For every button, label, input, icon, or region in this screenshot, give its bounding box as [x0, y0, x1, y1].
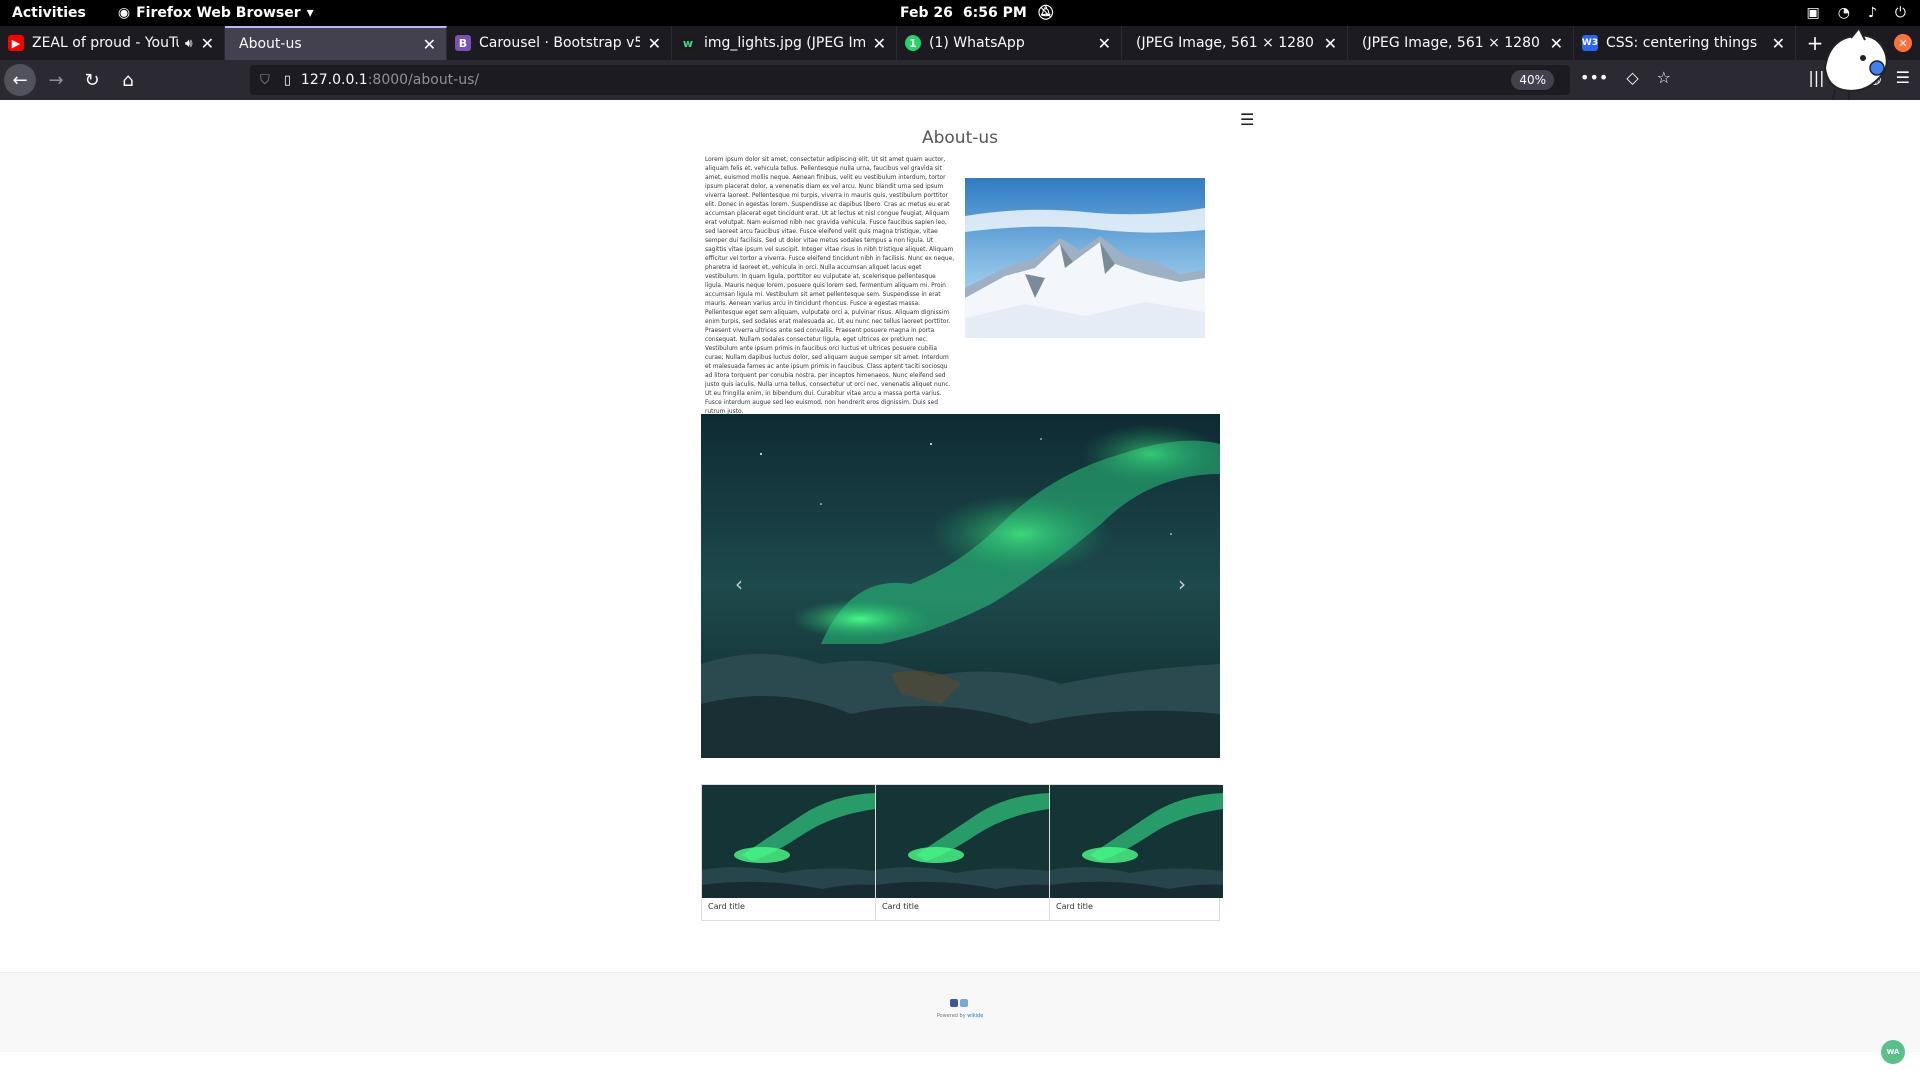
tab-label: Carousel · Bootstrap v5.0	[479, 35, 640, 51]
whatsapp-chat-icon[interactable]: WA	[1881, 1040, 1905, 1064]
carousel-next-button[interactable]: ›	[1178, 572, 1186, 596]
chevron-down-icon: ▾	[306, 5, 314, 21]
close-icon[interactable]: ✕	[1324, 34, 1337, 53]
card-image	[702, 785, 875, 898]
youtube-icon: ▶	[8, 35, 24, 51]
tab-strip: ▶ ZEAL of proud - YouTube 🔊︎ ✕ About-us …	[0, 26, 1920, 60]
bootstrap-icon: B	[455, 35, 471, 51]
mountain-image	[965, 178, 1205, 338]
reload-icon: ↻	[84, 69, 100, 91]
tab-bootstrap-carousel[interactable]: B Carousel · Bootstrap v5.0 ✕	[447, 26, 672, 60]
tab-label: About-us	[239, 36, 302, 52]
mascot-sticker	[1823, 28, 1888, 100]
menu-icon[interactable]: ☰	[1896, 68, 1910, 87]
close-icon[interactable]: ✕	[648, 34, 661, 53]
tab-label: ZEAL of proud - YouTube	[32, 35, 179, 51]
image-icon: w	[680, 35, 696, 51]
whatsapp-icon: 1	[905, 35, 921, 51]
system-top-bar: Activities ◉ Firefox Web Browser ▾ Feb 2…	[0, 0, 1920, 26]
tab-label: CSS: centering things	[1606, 35, 1758, 51]
bookmark-star-icon[interactable]: ☆	[1657, 68, 1671, 87]
close-icon[interactable]: ✕	[1098, 34, 1111, 53]
card-title: Card title	[1056, 902, 1093, 911]
close-icon[interactable]: ✕	[423, 35, 436, 54]
about-body-text: Lorem ipsum dolor sit amet, consectetur …	[705, 157, 955, 415]
card[interactable]: Card title	[702, 785, 876, 920]
shield-icon[interactable]: ⛉	[260, 73, 270, 88]
clock[interactable]: Feb 26 6:56 PM 🔕︎	[900, 5, 1055, 21]
tab-whatsapp[interactable]: 1 (1) WhatsApp ✕	[897, 26, 1122, 60]
speaker-icon[interactable]: 🔊︎	[185, 36, 193, 51]
app-menu[interactable]: ◉ Firefox Web Browser ▾	[118, 5, 314, 21]
app-menu-label: Firefox Web Browser	[136, 5, 301, 21]
time: 6:56 PM	[962, 5, 1027, 21]
tab-jpeg-image-1[interactable]: (JPEG Image, 561 × 1280 pixels) ✕	[1122, 26, 1348, 60]
close-icon[interactable]: ✕	[201, 34, 214, 53]
powered-by-prefix: Powered by	[936, 1013, 966, 1019]
close-icon[interactable]: ✕	[873, 34, 886, 53]
tab-about-us[interactable]: About-us ✕	[225, 26, 447, 60]
close-window-icon[interactable]: ✕	[1894, 34, 1912, 52]
hamburger-menu-icon[interactable]: ☰	[1240, 110, 1254, 129]
more-actions-icon[interactable]: •••	[1580, 68, 1608, 87]
wifi-icon: ◔	[1837, 5, 1850, 21]
volume-icon: ♪	[1867, 5, 1877, 21]
tab-label: (JPEG Image, 561 × 1280 pixels)	[1136, 35, 1316, 51]
pocket-icon[interactable]: ◇	[1626, 68, 1638, 87]
image-carousel[interactable]: ‹ ›	[701, 414, 1220, 758]
url-path: :8000/about-us/	[367, 72, 480, 88]
url-text[interactable]: 127.0.0.1:8000/about-us/	[301, 72, 479, 88]
powered-by-link[interactable]: wikide	[967, 1013, 983, 1019]
tab-label: (JPEG Image, 561 × 1280 pixels)	[1362, 35, 1542, 51]
reload-button[interactable]: ↻	[76, 64, 108, 96]
tab-label: img_lights.jpg (JPEG Image, …	[704, 35, 865, 51]
page-icon: ▯	[283, 72, 291, 88]
url-actions: ••• ◇ ☆	[1580, 68, 1671, 87]
screen-share-icon: ▣	[1806, 5, 1820, 21]
home-button[interactable]: ⌂	[112, 64, 144, 96]
facebook-icon[interactable]	[950, 999, 958, 1007]
tab-youtube[interactable]: ▶ ZEAL of proud - YouTube 🔊︎ ✕	[0, 26, 225, 60]
close-icon[interactable]: ✕	[1772, 34, 1785, 53]
aurora-image	[701, 414, 1220, 758]
close-icon[interactable]: ✕	[1550, 34, 1563, 53]
page-title: About-us	[921, 128, 999, 148]
powered-by: Powered by wikide	[0, 1013, 1920, 1019]
card-title: Card title	[708, 902, 745, 911]
page-viewport: ☰ About-us Lorem ipsum dolor sit amet, c…	[0, 100, 1920, 1080]
system-tray[interactable]: ▣ ◔ ♪ ⏻	[1807, 5, 1906, 21]
tab-img-lights[interactable]: w img_lights.jpg (JPEG Image, … ✕	[672, 26, 897, 60]
url-host: 127.0.0.1	[300, 72, 368, 88]
zoom-indicator[interactable]: 40%	[1511, 70, 1554, 90]
card[interactable]: Card title	[1050, 785, 1223, 920]
card-image	[1050, 785, 1223, 898]
date: Feb 26	[900, 5, 953, 21]
instagram-icon[interactable]	[960, 999, 968, 1007]
w3-icon: W3	[1582, 35, 1598, 51]
tab-css-centering[interactable]: W3 CSS: centering things ✕	[1574, 26, 1796, 60]
carousel-prev-button[interactable]: ‹	[735, 572, 743, 596]
back-button[interactable]: ←	[4, 64, 36, 96]
url-bar[interactable]: ⛉ ▯ 127.0.0.1:8000/about-us/ 40%	[250, 65, 1570, 95]
activities-button[interactable]: Activities	[12, 5, 86, 21]
arrow-left-icon: ←	[12, 69, 28, 91]
card-title: Card title	[882, 902, 919, 911]
power-icon: ⏻	[1894, 5, 1906, 21]
tab-label: (1) WhatsApp	[929, 35, 1025, 51]
card-image	[876, 785, 1049, 898]
social-links	[950, 999, 968, 1007]
arrow-right-icon: →	[48, 69, 64, 91]
card[interactable]: Card title	[876, 785, 1050, 920]
forward-button[interactable]: →	[40, 64, 72, 96]
navigation-toolbar: ← → ↻ ⌂ ⛉ ▯ 127.0.0.1:8000/about-us/ 40%…	[0, 60, 1920, 100]
card-group: Card title Card title Card title	[701, 784, 1223, 921]
notifications-off-icon: 🔕︎	[1036, 5, 1055, 21]
home-icon: ⌂	[122, 69, 134, 91]
page-footer: Powered by wikide	[0, 972, 1920, 1052]
tab-jpeg-image-2[interactable]: (JPEG Image, 561 × 1280 pixels) ✕	[1348, 26, 1574, 60]
firefox-icon: ◉	[117, 5, 131, 21]
